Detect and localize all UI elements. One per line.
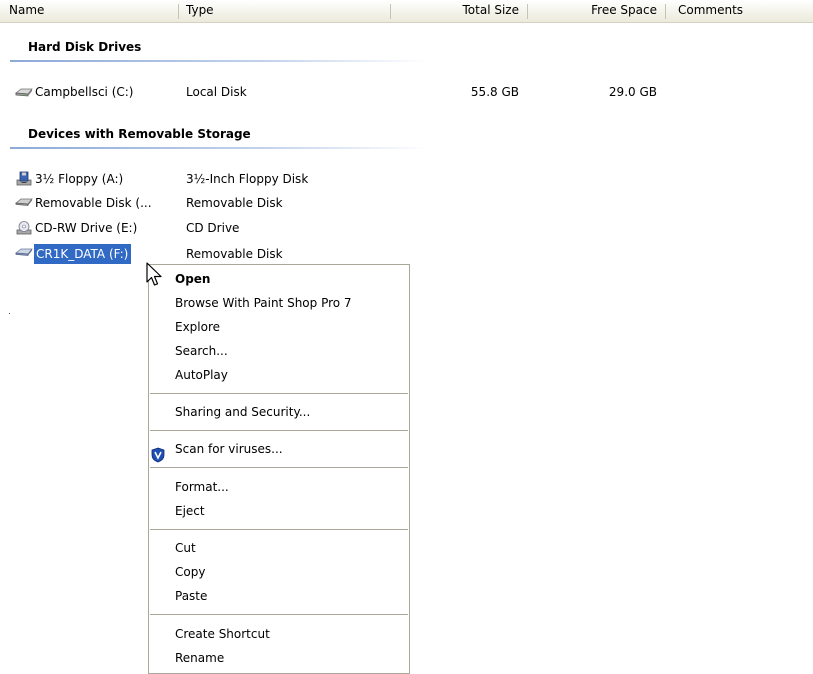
drive-row-a[interactable]: 3½ Floppy (A:) 3½-Inch Floppy Disk <box>0 169 813 189</box>
drive-row-c[interactable]: Campbellsci (C:) Local Disk 55.8 GB 29.0… <box>0 82 813 102</box>
group-title-hard-disk: Hard Disk Drives <box>28 40 142 54</box>
floppy-drive-icon <box>16 171 32 186</box>
removable-disk-icon <box>15 248 33 256</box>
column-header-name[interactable]: Name <box>9 0 179 22</box>
menu-item-browse-paint-shop[interactable]: Browse With Paint Shop Pro 7 <box>175 291 352 315</box>
column-header-comments[interactable]: Comments <box>678 0 798 22</box>
column-header-bar: Name Type Total Size Free Space Comments <box>0 0 813 23</box>
drive-row-f[interactable]: CR1K_DATA (F:) Removable Disk <box>0 244 813 264</box>
group-title-removable: Devices with Removable Storage <box>28 127 251 141</box>
drive-name: Campbellsci (C:) <box>35 85 134 99</box>
drive-name-selected: CR1K_DATA (F:) <box>34 244 132 264</box>
menu-item-open[interactable]: Open <box>175 267 210 291</box>
drive-row-removable[interactable]: Removable Disk (... Removable Disk <box>0 193 813 213</box>
drive-total-size: 55.8 GB <box>470 85 519 99</box>
menu-separator <box>150 467 408 468</box>
menu-item-search[interactable]: Search... <box>175 339 228 363</box>
drive-type: 3½-Inch Floppy Disk <box>186 172 309 186</box>
column-header-free-space[interactable]: Free Space <box>532 0 657 22</box>
shield-icon <box>151 447 165 463</box>
menu-item-sharing-security[interactable]: Sharing and Security... <box>175 400 310 424</box>
menu-item-autoplay[interactable]: AutoPlay <box>175 363 228 387</box>
group-divider <box>10 147 430 149</box>
drive-free-space: 29.0 GB <box>608 85 657 99</box>
drive-type: Local Disk <box>186 85 247 99</box>
menu-item-copy[interactable]: Copy <box>175 560 205 584</box>
drive-type: Removable Disk <box>186 196 283 210</box>
cd-drive-icon <box>16 221 32 235</box>
menu-item-format[interactable]: Format... <box>175 475 229 499</box>
drive-type: CD Drive <box>186 221 240 235</box>
hard-disk-icon <box>15 88 33 97</box>
drive-row-e[interactable]: CD-RW Drive (E:) CD Drive <box>0 218 813 238</box>
column-divider[interactable] <box>527 4 528 19</box>
menu-item-paste[interactable]: Paste <box>175 584 207 608</box>
column-header-total-size[interactable]: Total Size <box>396 0 519 22</box>
menu-separator <box>150 430 408 431</box>
column-divider[interactable] <box>178 4 179 19</box>
drive-name: 3½ Floppy (A:) <box>35 172 124 186</box>
drive-name: CD-RW Drive (E:) <box>35 221 138 235</box>
menu-item-eject[interactable]: Eject <box>175 499 205 523</box>
menu-separator <box>150 529 408 530</box>
drive-name: Removable Disk (... <box>35 196 152 210</box>
group-divider <box>10 60 430 62</box>
column-header-type[interactable]: Type <box>186 0 386 22</box>
menu-separator <box>150 393 408 394</box>
menu-item-rename[interactable]: Rename <box>175 646 224 670</box>
mouse-cursor-icon <box>146 262 162 286</box>
removable-disk-icon <box>15 198 33 206</box>
menu-item-cut[interactable]: Cut <box>175 536 196 560</box>
menu-item-create-shortcut[interactable]: Create Shortcut <box>175 622 270 646</box>
menu-separator <box>150 614 408 615</box>
stray-pixel <box>9 313 10 314</box>
column-divider[interactable] <box>390 4 391 19</box>
drive-type: Removable Disk <box>186 247 283 261</box>
menu-item-scan-viruses[interactable]: Scan for viruses... <box>175 437 283 461</box>
context-menu: Open Browse With Paint Shop Pro 7 Explor… <box>148 264 410 674</box>
column-divider[interactable] <box>665 4 666 19</box>
menu-item-explore[interactable]: Explore <box>175 315 220 339</box>
